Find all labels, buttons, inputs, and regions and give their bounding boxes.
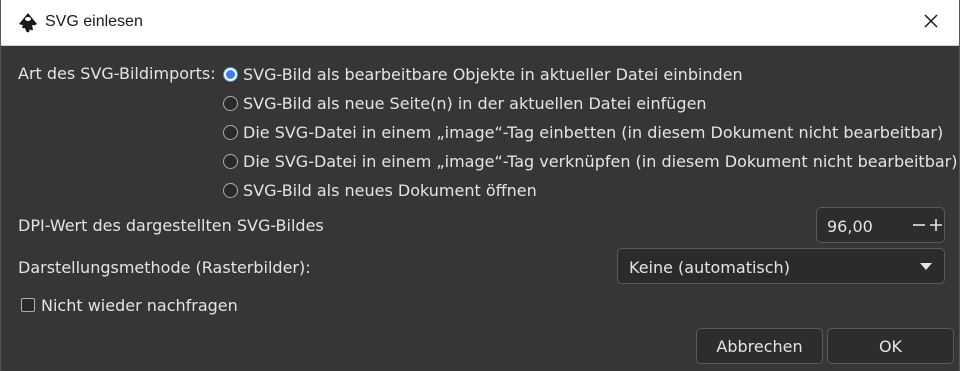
radio-button[interactable] [223, 95, 238, 111]
window-title: SVG einlesen [45, 13, 143, 30]
checkbox[interactable] [21, 298, 35, 312]
radio-import-as-pages[interactable]: SVG-Bild als neue Seite(n) in der aktuel… [223, 92, 707, 114]
radio-label: SVG-Bild als neue Seite(n) in der aktuel… [243, 93, 707, 113]
cancel-button[interactable]: Abbrechen [696, 328, 823, 364]
render-method-dropdown[interactable]: Keine (automatisch) [617, 248, 945, 284]
radio-import-as-objects[interactable]: SVG-Bild als bearbeitbare Objekte in akt… [223, 63, 743, 85]
close-icon [923, 13, 939, 33]
import-type-label: Art des SVG-Bildimports: [18, 64, 216, 83]
chevron-down-icon [920, 263, 932, 270]
radio-open-new-document[interactable]: SVG-Bild als neues Dokument öffnen [223, 179, 537, 201]
dpi-spinbox[interactable]: 96,00 [816, 207, 945, 243]
radio-button[interactable] [223, 153, 238, 169]
dpi-decrement-button[interactable] [911, 215, 927, 235]
radio-button[interactable] [223, 182, 238, 198]
ok-button[interactable]: OK [827, 328, 954, 364]
radio-button[interactable] [223, 66, 238, 82]
svg-import-dialog: SVG einlesen Art des SVG-Bildimports: SV… [0, 0, 960, 371]
render-method-label: Darstellungsmethode (Rasterbilder): [18, 258, 311, 277]
dont-ask-again-checkbox[interactable]: Nicht wieder nachfragen [21, 294, 238, 316]
radio-button[interactable] [223, 124, 238, 140]
dpi-increment-button[interactable] [928, 215, 944, 235]
render-method-value: Keine (automatisch) [629, 258, 790, 277]
dont-ask-again-label: Nicht wieder nachfragen [41, 295, 238, 315]
dpi-value[interactable]: 96,00 [827, 217, 873, 236]
radio-label: Die SVG-Datei in einem „image“-Tag verkn… [243, 151, 958, 171]
radio-embed-image-tag[interactable]: Die SVG-Datei in einem „image“-Tag einbe… [223, 121, 943, 143]
close-button[interactable] [903, 0, 959, 46]
inkscape-logo-icon [17, 12, 39, 34]
radio-link-image-tag[interactable]: Die SVG-Datei in einem „image“-Tag verkn… [223, 150, 957, 172]
radio-label: Die SVG-Datei in einem „image“-Tag einbe… [243, 122, 944, 142]
radio-label: SVG-Bild als neues Dokument öffnen [243, 180, 537, 200]
title-bar[interactable]: SVG einlesen [1, 0, 959, 46]
radio-label: SVG-Bild als bearbeitbare Objekte in akt… [243, 64, 743, 84]
dpi-label: DPI-Wert des dargestellten SVG-Bildes [18, 216, 324, 235]
